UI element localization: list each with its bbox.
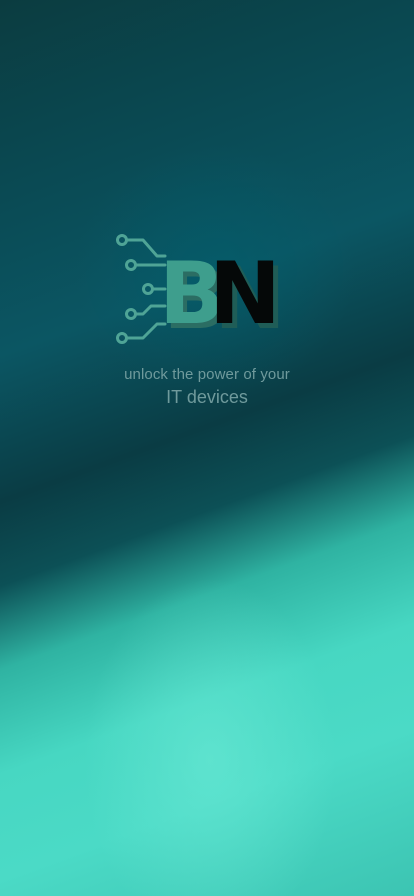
logo-letter-n: N [209,244,281,344]
circuit-icon [116,234,167,344]
tagline-line-2: IT devices [166,387,248,407]
tagline-line-1: unlock the power of your [124,366,290,383]
app-logo: B B N N [116,234,283,349]
splash-screen: B B N N unlock the power of your IT devi… [0,0,414,896]
